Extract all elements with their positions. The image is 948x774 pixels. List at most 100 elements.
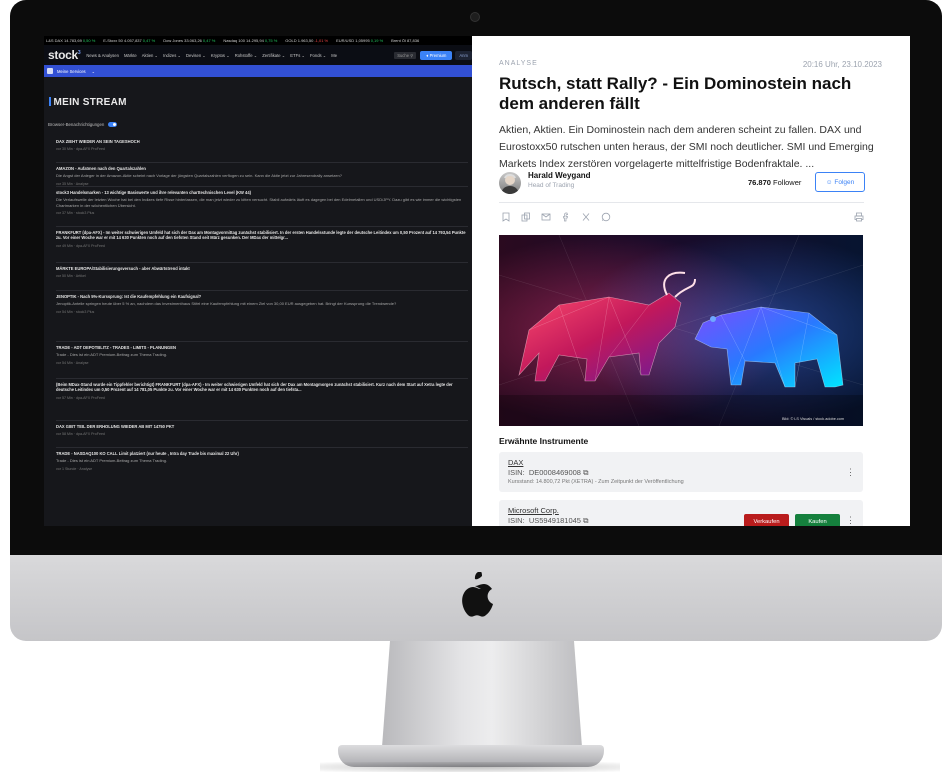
- stream-item-title[interactable]: JENOPTIK - Nach 5%-Kurssprung: Ist die K…: [56, 294, 468, 299]
- mail-icon[interactable]: [541, 212, 551, 222]
- stream-item-text: Trade - Dies ist ein ADT Premium-Beitrag…: [56, 352, 168, 357]
- instrument-name[interactable]: DAX: [508, 458, 523, 467]
- article-window: ANALYSE 20:16 Uhr, 23.10.2023 Rutsch, st…: [472, 36, 910, 526]
- camera-icon: [470, 12, 480, 22]
- stream-item[interactable]: (Beim MDax-Stand wurde ein Tippfehler be…: [56, 382, 468, 400]
- stream-item-meta: vor 35 Min · Analyse: [56, 181, 89, 186]
- stream-item-text: Die Verlaufswelle der letzten Woche hat …: [56, 197, 462, 208]
- share-toolbar: [501, 212, 611, 222]
- stream-item-title[interactable]: TRADE - NASDAQ100 KO CALL Limit platzier…: [56, 451, 468, 456]
- stream-item[interactable]: AMAZON - Aufatmen nach den Quartalszahle…: [56, 166, 468, 186]
- divider: [56, 447, 468, 448]
- ticker-item[interactable]: EUR/USD 1,059950,19 %: [336, 38, 387, 43]
- nav-item[interactable]: Me: [331, 53, 337, 58]
- nav-item[interactable]: Indizes ⌄: [163, 53, 181, 58]
- chevron-down-icon: ⌄: [91, 68, 96, 74]
- ticker-item[interactable]: GOLD 1.963,50-1,01 %: [285, 38, 332, 43]
- whatsapp-icon[interactable]: [601, 212, 611, 222]
- stream-item-meta: vor 30 Min · dpa-AFX ProFeed: [56, 147, 105, 151]
- nav-item[interactable]: Fonds ⌄: [310, 53, 326, 58]
- stream-item-text: Die Angst der Anleger in der Amazon-Akti…: [56, 173, 342, 178]
- notification-toggle[interactable]: [108, 122, 118, 127]
- notification-setting: Browser-Benachrichtigungen: [48, 122, 118, 127]
- instrument-isin: ISIN: US5949181045 ⧉: [508, 516, 589, 525]
- instrument-card[interactable]: Microsoft Corp. ISIN: US5949181045 ⧉ Ver…: [499, 500, 863, 526]
- nav-item[interactable]: Aktien ⌄: [142, 53, 158, 58]
- bookmark-icon[interactable]: [501, 212, 511, 222]
- stream-item-title[interactable]: MÄRKTE EUROPA/Stabilisierungsversuch - a…: [56, 266, 468, 271]
- author-avatar[interactable]: [499, 172, 521, 194]
- follow-button[interactable]: ☺ Folgen: [815, 172, 865, 192]
- copy-icon[interactable]: ⧉: [583, 468, 588, 477]
- nav-item[interactable]: ETFs ⌄: [290, 53, 305, 58]
- ticker-item[interactable]: Nasdaq 100 14.295,940,75 %: [223, 38, 281, 43]
- stream-item-meta: vor 57 Min · dpa-AFX ProFeed: [56, 395, 105, 400]
- image-credit: Bild: © LS Visuals / stock.adobe.com: [782, 417, 845, 421]
- services-bar[interactable]: Meine Services ⌄: [44, 65, 472, 77]
- stream-item-title[interactable]: AMAZON - Aufatmen nach den Quartalszahle…: [56, 166, 468, 171]
- author-name[interactable]: Harald Weygand: [528, 171, 591, 180]
- stream-item-title[interactable]: FRANKFURT (dpa-AFX) - Im weiter schwieri…: [56, 230, 468, 241]
- sell-button[interactable]: Verkaufen: [744, 514, 789, 526]
- stream-item-meta: vor 58 Min · dpa-AFX ProFeed: [56, 432, 105, 436]
- nav-item[interactable]: Zertifikate ⌄: [262, 53, 285, 58]
- top-navigation: stock3 News & Analysen Märkte Aktien ⌄ Indi…: [44, 45, 472, 65]
- stream-item-text: Trade - Dies ist ein ADT Premium-Beitrag…: [56, 458, 168, 463]
- copy-icon[interactable]: [521, 212, 531, 222]
- ticker-item[interactable]: E-Stoxx 50 4.057,8370,47 %: [103, 38, 159, 43]
- facebook-icon[interactable]: [561, 212, 571, 222]
- instrument-price-info: Kursstand: 14.800,72 Pkt (XETRA) - Zum Z…: [508, 479, 684, 485]
- nav-item[interactable]: Rohstoffe ⌄: [235, 53, 258, 58]
- instrument-name[interactable]: Microsoft Corp.: [508, 506, 559, 515]
- ticker-bar: L&S DAX 14.783,690,50 % E-Stoxx 50 4.057,…: [44, 36, 472, 45]
- divider: [56, 262, 468, 263]
- stream-title: MEIN STREAM: [49, 97, 127, 108]
- divider: [499, 202, 864, 203]
- stream-item-meta: vor 50 Min · Artikel: [56, 274, 86, 278]
- stream-item[interactable]: DAX ZIEHT WIEDER AN SEIN TAGESHOCH vor 30…: [56, 139, 468, 151]
- stream-item[interactable]: TRADE - ADT DEPOTBLITZ - TRADES - LIMITS…: [56, 345, 468, 365]
- stream-item[interactable]: MÄRKTE EUROPA/Stabilisierungsversuch - a…: [56, 266, 468, 278]
- buy-button[interactable]: Kaufen: [795, 514, 840, 526]
- stream-item[interactable]: stock3 Handelsmarken - 13 wichtige Basis…: [56, 190, 468, 215]
- copy-icon[interactable]: ⧉: [583, 516, 588, 525]
- divider: [56, 420, 468, 421]
- more-options-icon[interactable]: ⋮: [846, 515, 855, 526]
- stream-item-text: Jenoptik-Anteile springen heute über 5 %…: [56, 301, 397, 306]
- monitor-stand: [382, 641, 582, 747]
- stream-item[interactable]: TRADE - NASDAQ100 KO CALL Limit platzier…: [56, 451, 468, 471]
- nav-item[interactable]: News & Analysen: [86, 53, 119, 58]
- stream-item-title[interactable]: DAX ZIEHT WIEDER AN SEIN TAGESHOCH: [56, 139, 468, 144]
- stream-item[interactable]: DAX GIBT TEIL DER ERHOLUNG WIEDER AB MIT…: [56, 424, 468, 436]
- stream-item-title[interactable]: (Beim MDax-Stand wurde ein Tippfehler be…: [56, 382, 468, 393]
- ticker-item[interactable]: Dow Jones 33.063,260,47 %: [163, 38, 219, 43]
- x-twitter-icon[interactable]: [581, 212, 591, 222]
- stream-item-title[interactable]: stock3 Handelsmarken - 13 wichtige Basis…: [56, 190, 468, 195]
- print-icon[interactable]: [854, 212, 864, 222]
- site-logo[interactable]: stock3: [48, 48, 81, 62]
- stream-item-title[interactable]: DAX GIBT TEIL DER ERHOLUNG WIEDER AB MIT…: [56, 424, 468, 429]
- more-options-icon[interactable]: ⋮: [846, 467, 855, 478]
- nav-item[interactable]: Kryptos ⌄: [211, 53, 230, 58]
- instrument-isin: ISIN: DE0008469008 ⧉: [508, 468, 589, 477]
- stream-item-meta: vor 54 Min · Analyse: [56, 360, 89, 365]
- notification-label: Browser-Benachrichtigungen: [48, 122, 105, 127]
- login-button[interactable]: Anm: [455, 50, 472, 60]
- ticker-item[interactable]: Brent Öl 87,836: [391, 38, 424, 43]
- premium-button[interactable]: ♦ Premium: [420, 50, 453, 60]
- nav-menu: News & Analysen Märkte Aktien ⌄ Indizes ⌄ De…: [86, 53, 342, 58]
- ticker-item[interactable]: L&S DAX 14.783,690,50 %: [46, 38, 99, 43]
- nav-item[interactable]: Devisen ⌄: [186, 53, 206, 58]
- article-hero-image: [499, 235, 863, 426]
- apple-logo-icon: [462, 572, 493, 617]
- nav-item[interactable]: Märkte: [124, 53, 137, 58]
- stand-shadow: [320, 762, 620, 772]
- divider: [56, 290, 468, 291]
- stream-item[interactable]: JENOPTIK - Nach 5%-Kurssprung: Ist die K…: [56, 294, 468, 314]
- divider: [56, 341, 468, 342]
- stream-item-title[interactable]: TRADE - ADT DEPOTBLITZ - TRADES - LIMITS…: [56, 345, 468, 350]
- instrument-card[interactable]: DAX ISIN: DE0008469008 ⧉ Kursstand: 14.8…: [499, 452, 863, 492]
- search-input[interactable]: Suche ⚲: [394, 51, 417, 59]
- stream-item[interactable]: FRANKFURT (dpa-AFX) - Im weiter schwieri…: [56, 230, 468, 248]
- divider: [56, 378, 468, 379]
